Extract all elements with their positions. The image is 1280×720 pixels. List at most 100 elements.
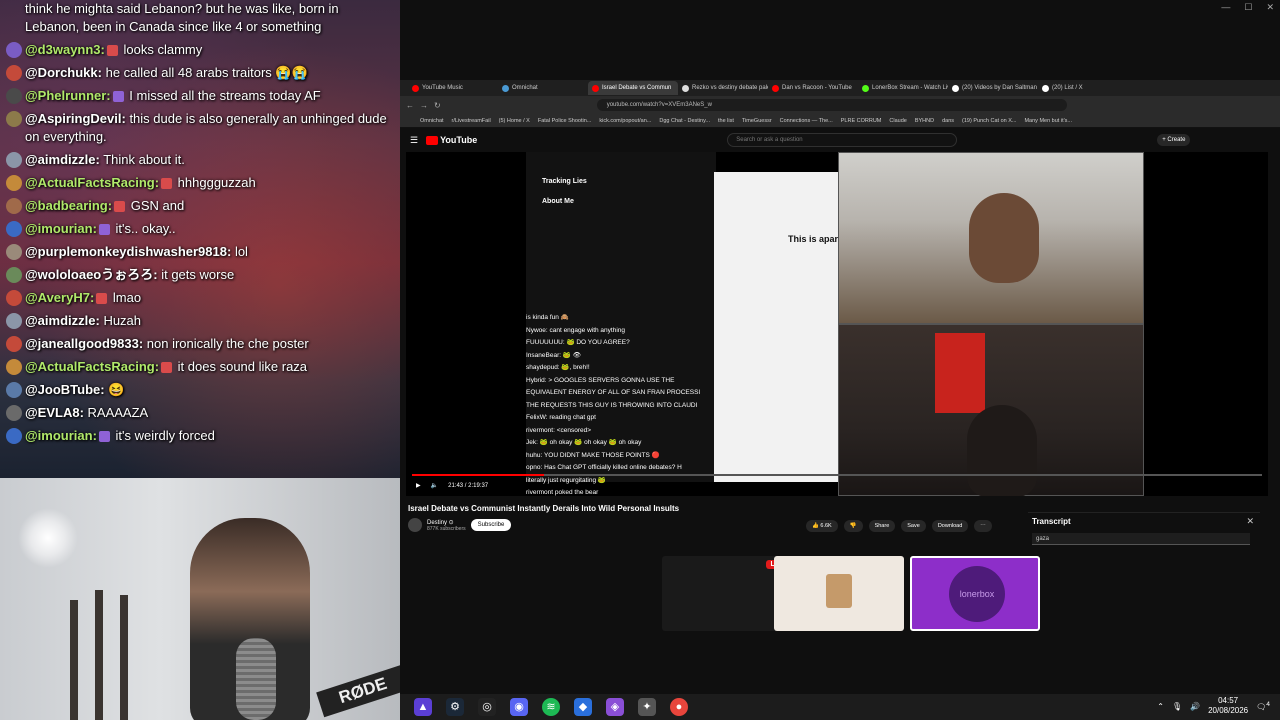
like-button[interactable]: 👍 6.6K bbox=[806, 520, 838, 532]
share-button[interactable]: Share bbox=[868, 520, 896, 532]
bookmark-item[interactable]: kick.com/popout/an... bbox=[599, 118, 651, 124]
bookmark-item[interactable]: the list bbox=[718, 118, 734, 124]
screen-chat-line: rivermont: <censored> bbox=[526, 426, 592, 434]
system-clock[interactable]: 04:57 20/08/2026 bbox=[1208, 696, 1248, 716]
bookmark-item[interactable]: r/LivestreamFail bbox=[452, 118, 491, 124]
browser-tab[interactable]: (20) List / X bbox=[1038, 81, 1128, 95]
chat-message-body: @badbearing: GSN and bbox=[25, 197, 394, 215]
lonerbox-thumbnail[interactable]: lonerbox bbox=[910, 556, 1040, 631]
bag-thumbnail[interactable] bbox=[774, 556, 904, 631]
volume-icon[interactable]: 🔊 bbox=[1190, 702, 1200, 711]
channel-subscribers: 877K subscribers bbox=[427, 525, 466, 532]
video-player[interactable]: Tracking Lies About Me is kinda fun 🙈 Nyw… bbox=[406, 152, 1268, 496]
chat-username: @purplemonkeydishwasher9818: bbox=[25, 244, 232, 259]
app-icon[interactable]: ✦ bbox=[638, 698, 656, 716]
bookmark-item[interactable]: Fatal Police Shootin... bbox=[538, 118, 592, 124]
browser-tab[interactable]: Dan vs Racoon - YouTube bbox=[768, 81, 858, 95]
steam-icon[interactable]: ⚙ bbox=[446, 698, 464, 716]
mic-icon[interactable]: 🎙 bbox=[1172, 702, 1182, 711]
lonerbox-logo: lonerbox bbox=[949, 566, 1005, 622]
address-bar[interactable]: youtube.com/watch?v=XVEm3ANeS_w bbox=[596, 99, 1067, 111]
bookmark-item[interactable]: (19) Punch Cat on X... bbox=[962, 118, 1016, 124]
back-icon[interactable]: ← bbox=[406, 101, 414, 110]
microphone bbox=[236, 638, 276, 720]
reload-icon[interactable]: ↻ bbox=[434, 101, 441, 110]
bookmark-item[interactable]: Connections — The... bbox=[780, 118, 833, 124]
proton-icon[interactable]: ▲ bbox=[414, 698, 432, 716]
search-input[interactable]: Search or ask a question bbox=[727, 133, 958, 147]
video-progress-bar[interactable] bbox=[412, 474, 1262, 476]
bookmark-item[interactable]: BYHND bbox=[915, 118, 934, 124]
tab-label: Israel Debate vs Commun bbox=[602, 85, 672, 91]
app-icon[interactable]: ◈ bbox=[606, 698, 624, 716]
menu-icon[interactable]: ☰ bbox=[410, 135, 418, 146]
notification-icon[interactable]: 🗨4 bbox=[1256, 701, 1270, 712]
spotify-icon[interactable]: ≋ bbox=[542, 698, 560, 716]
minimize-icon[interactable]: — bbox=[1221, 2, 1230, 13]
chat-avatar bbox=[6, 42, 22, 58]
browser-tab[interactable]: (20) Videos by Dan Saltman bbox=[948, 81, 1038, 95]
chat-message-body: @AspiringDevil: this dude is also genera… bbox=[25, 110, 394, 146]
browser-tab[interactable]: YouTube Music bbox=[408, 81, 498, 95]
chat-username: @imourian: bbox=[25, 221, 97, 236]
forward-icon[interactable]: → bbox=[420, 101, 428, 110]
browser-tab[interactable]: Rezko vs destiny debate pale bbox=[678, 81, 768, 95]
chat-avatar bbox=[6, 267, 22, 283]
live-stream-thumbnail[interactable]: LIVE bbox=[662, 556, 792, 631]
close-icon[interactable]: ✕ bbox=[1246, 516, 1254, 527]
screen-chat-line: opno: Has Chat GPT officially killed onl… bbox=[526, 464, 682, 471]
create-button[interactable]: + Create bbox=[1157, 134, 1191, 146]
chat-avatar bbox=[6, 88, 22, 104]
browser-tab[interactable]: Omnichat bbox=[498, 81, 588, 95]
browser-window: YouTube Music Omnichat Israel Debate vs Co… bbox=[400, 80, 1280, 548]
transcript-search-input[interactable]: gaza bbox=[1032, 533, 1250, 545]
chat-text: 😆 bbox=[108, 382, 125, 397]
bookmark-item[interactable]: Omnichat bbox=[420, 118, 444, 124]
subscriber-badge-icon bbox=[112, 91, 124, 103]
maximize-icon[interactable]: ☐ bbox=[1244, 2, 1252, 13]
volume-icon[interactable]: 🔈 bbox=[431, 482, 438, 489]
download-button[interactable]: Download bbox=[931, 520, 969, 532]
chat-text: GSN and bbox=[130, 198, 185, 213]
chat-message-body: @imourian: it's weirdly forced bbox=[25, 427, 394, 445]
bookmark-item[interactable]: (5) Home / X bbox=[499, 118, 530, 124]
dislike-button[interactable]: 👎 bbox=[843, 520, 863, 532]
app-icon[interactable]: ◆ bbox=[574, 698, 592, 716]
screen-chat-line: EQUIVALENT ENERGY OF ALL OF SAN FRAN PRO… bbox=[526, 389, 701, 396]
play-icon[interactable]: ▶ bbox=[416, 482, 421, 489]
youtube-logo[interactable]: YouTube bbox=[426, 135, 477, 145]
subscribe-button[interactable]: Subscribe bbox=[470, 519, 512, 531]
screen-chat-line: FelixW: reading chat gpt bbox=[526, 414, 596, 421]
chat-message: @wololoaeoうぉろろ: it gets worse bbox=[6, 266, 394, 284]
chat-avatar bbox=[6, 382, 22, 398]
browser-tab[interactable]: Israel Debate vs Commun bbox=[588, 81, 678, 95]
bookmark-item[interactable]: Many Men but it's... bbox=[1024, 118, 1072, 124]
bookmark-item[interactable]: Claude bbox=[889, 118, 906, 124]
youtube-page: ☰ YouTube Search or ask a question + Cre… bbox=[400, 128, 1280, 548]
more-icon[interactable]: ⋯ bbox=[974, 520, 992, 532]
chat-message-body: @Dorchukk: he called all 48 arabs traito… bbox=[25, 64, 394, 82]
chat-message: @imourian: it's weirdly forced bbox=[6, 427, 394, 445]
chat-message-body: @janeallgood9833: non ironically the che… bbox=[25, 335, 394, 353]
chat-message: @AspiringDevil: this dude is also genera… bbox=[6, 110, 394, 146]
subscriber-badge-icon bbox=[114, 201, 126, 213]
discord-icon[interactable]: ◉ bbox=[510, 698, 528, 716]
channel-name[interactable]: Destiny ⊙ bbox=[427, 519, 466, 526]
tab-favicon-icon bbox=[862, 84, 869, 92]
bookmark-item[interactable]: dans bbox=[942, 118, 954, 124]
bookmark-item[interactable]: PLRE CORRUM bbox=[841, 118, 882, 124]
document-title: This is apar bbox=[788, 234, 839, 244]
chat-username: @JooBTube: bbox=[25, 382, 105, 397]
guitar bbox=[95, 590, 103, 720]
close-icon[interactable]: ✕ bbox=[1266, 2, 1274, 13]
clock-date: 20/08/2026 bbox=[1208, 706, 1249, 715]
save-button[interactable]: Save bbox=[901, 520, 926, 532]
bookmark-item[interactable]: TimeGuessr bbox=[742, 118, 772, 124]
chevron-up-icon[interactable]: ⌃ bbox=[1157, 702, 1164, 711]
obs-icon[interactable]: ◎ bbox=[478, 698, 496, 716]
channel-avatar[interactable] bbox=[408, 518, 422, 532]
mic-brand-label: RØDE bbox=[316, 664, 400, 718]
bookmark-item[interactable]: Dgg Chat - Destiny... bbox=[659, 118, 710, 124]
chrome-icon[interactable]: ● bbox=[670, 698, 688, 716]
browser-tab[interactable]: LonerBox Stream - Watch Liv bbox=[858, 81, 948, 95]
